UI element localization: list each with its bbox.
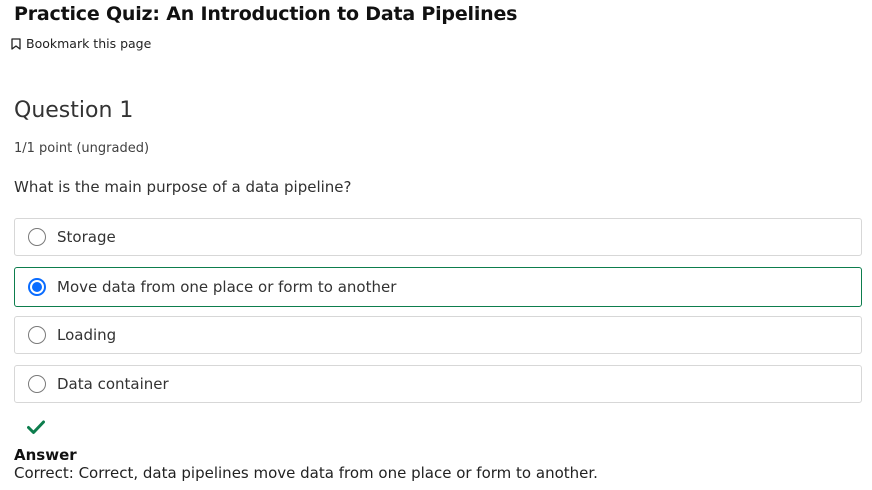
radio-button[interactable] [28,228,46,246]
bookmark-button[interactable]: Bookmark this page [11,36,151,51]
checkmark-icon [27,420,45,439]
question-title: Question 1 [14,98,134,123]
answer-option-data-container[interactable]: Data container [14,365,862,403]
bookmark-icon [11,37,21,50]
bookmark-label: Bookmark this page [26,36,152,51]
option-label: Data container [57,375,169,393]
radio-button[interactable] [28,326,46,344]
answer-option-storage[interactable]: Storage [14,218,862,256]
radio-button[interactable] [28,375,46,393]
answer-option-move-data[interactable]: Move data from one place or form to anot… [14,267,862,307]
radio-button-selected[interactable] [28,278,46,296]
answer-option-loading[interactable]: Loading [14,316,862,354]
question-points: 1/1 point (ungraded) [14,141,150,156]
option-label: Move data from one place or form to anot… [57,278,397,296]
question-prompt: What is the main purpose of a data pipel… [14,178,352,196]
option-label: Loading [57,326,117,344]
answer-feedback: Correct: Correct, data pipelines move da… [14,464,598,482]
answer-heading: Answer [14,446,77,464]
option-label: Storage [57,228,116,246]
page-title: Practice Quiz: An Introduction to Data P… [14,3,518,25]
